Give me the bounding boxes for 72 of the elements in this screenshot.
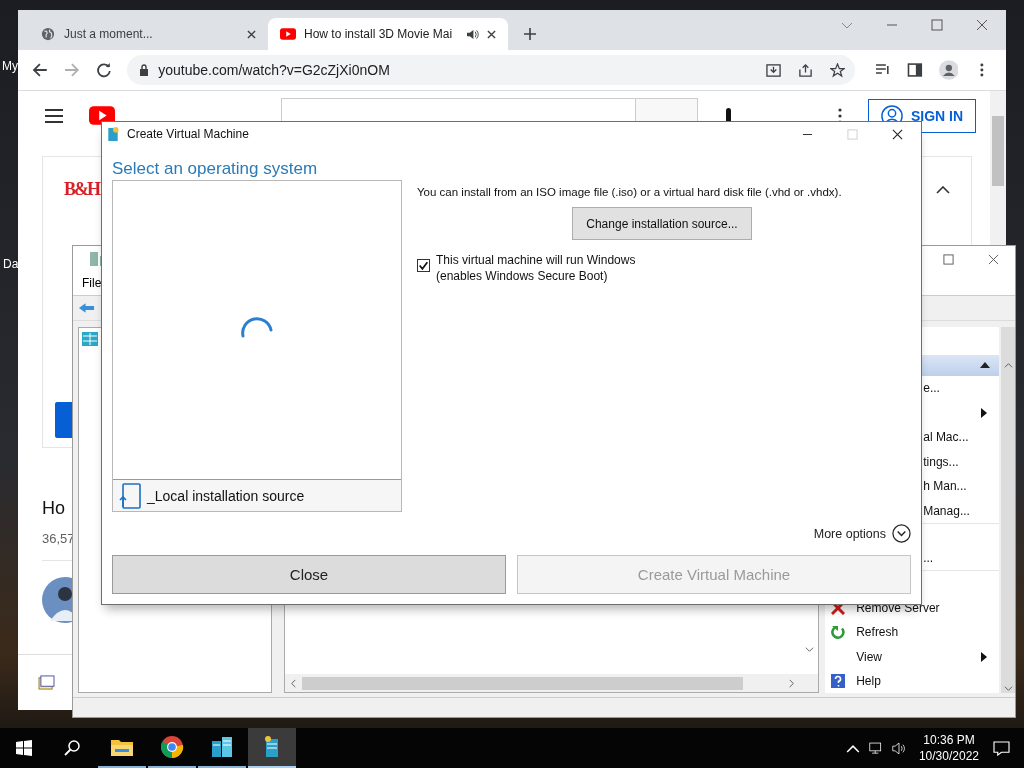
download-icon[interactable] — [765, 62, 781, 78]
back-icon[interactable] — [32, 62, 48, 78]
scroll-right-icon[interactable] — [787, 678, 797, 688]
checkbox-label[interactable]: This virtual machine will run Windows (enables Windows Secure Boot) — [436, 252, 636, 284]
expand-icon[interactable] — [892, 524, 911, 543]
menu-item[interactable]: File — [82, 276, 102, 291]
action-item[interactable]: e... — [923, 381, 940, 396]
speaker-icon[interactable] — [466, 28, 479, 40]
action-item[interactable]: Manag... — [923, 503, 970, 518]
maximize-icon[interactable] — [931, 19, 943, 31]
more-options-link[interactable]: More options — [813, 526, 886, 541]
scrollbar-thumb[interactable] — [301, 676, 744, 690]
checkbox[interactable] — [417, 259, 430, 272]
server-icon — [210, 735, 234, 759]
chevron-up-icon[interactable] — [936, 186, 950, 194]
submenu-arrow-icon[interactable] — [981, 407, 987, 418]
scrollbar-thumb[interactable] — [992, 116, 1004, 186]
star-icon[interactable] — [829, 62, 845, 78]
browser-tab[interactable]: Just a moment... — [28, 18, 268, 50]
grid-icon[interactable] — [82, 331, 98, 346]
submenu-arrow-icon[interactable] — [981, 651, 987, 662]
notification-icon[interactable] — [993, 740, 1010, 756]
back-arrow-icon[interactable] — [78, 301, 95, 314]
action-item[interactable]: View — [856, 649, 882, 664]
action-item[interactable]: Refresh — [856, 625, 899, 640]
side-panel-icon[interactable] — [906, 62, 923, 78]
action-item[interactable]: h Man... — [923, 479, 967, 494]
scroll-down-icon[interactable] — [804, 645, 814, 655]
refresh-icon — [831, 625, 846, 640]
close-icon[interactable] — [487, 29, 496, 39]
ad-logo[interactable]: B&H — [64, 179, 99, 200]
help-icon — [831, 674, 846, 689]
network-icon[interactable] — [868, 741, 883, 755]
action-item[interactable]: ... — [923, 551, 934, 566]
close-icon[interactable] — [892, 128, 903, 140]
close-icon[interactable] — [247, 29, 256, 39]
section-heading: Select an operating system — [112, 158, 319, 180]
change-source-button[interactable]: Change installation source... — [572, 207, 752, 240]
taskbar-app[interactable] — [248, 728, 296, 768]
lock-icon — [139, 64, 150, 76]
action-item[interactable]: tings... — [923, 454, 959, 469]
play-logo-icon — [280, 27, 296, 41]
maximize-icon[interactable] — [943, 253, 954, 265]
globe-icon — [40, 27, 56, 41]
reload-icon[interactable] — [95, 62, 112, 78]
action-item[interactable]: al Mac... — [923, 430, 969, 445]
browser-tab[interactable]: How to install 3D Movie Mai — [268, 18, 508, 50]
search-icon[interactable] — [64, 740, 80, 756]
info-text: You can install from an ISO image file (.iso) or a virtual hard disk file (.vhd or .vhdx). — [417, 186, 842, 198]
address-bar[interactable]: youtube.com/watch?v=G2cZjXi0nOM — [127, 55, 855, 85]
action-item[interactable]: Help — [856, 674, 881, 689]
collapse-icon — [980, 362, 990, 369]
window-title: Create Virtual Machine — [127, 127, 249, 141]
scroll-up-icon[interactable] — [1003, 360, 1013, 370]
scroll-left-icon[interactable] — [288, 678, 298, 688]
server-icon — [107, 126, 119, 142]
scroll-down-icon[interactable] — [1003, 684, 1013, 694]
desktop-icon-label[interactable]: Da — [3, 257, 19, 271]
dialog-button[interactable]: Close — [112, 555, 506, 594]
menu-icon[interactable] — [45, 108, 63, 123]
disc-file-icon[interactable] — [38, 675, 55, 690]
chrome-icon — [160, 735, 184, 759]
desktop-icon-label[interactable]: My — [2, 59, 18, 73]
video-title: Ho — [42, 498, 65, 519]
clock[interactable]: 10:36 PM 10/30/2022 — [918, 732, 979, 764]
list-item[interactable]: _Local installation source — [113, 480, 401, 511]
windows-logo-icon[interactable] — [16, 740, 32, 756]
plus-icon[interactable] — [524, 28, 536, 40]
maximize-icon — [847, 128, 858, 140]
share-icon[interactable] — [797, 62, 813, 78]
volume-icon[interactable] — [891, 741, 906, 755]
profile-icon[interactable] — [938, 60, 959, 80]
